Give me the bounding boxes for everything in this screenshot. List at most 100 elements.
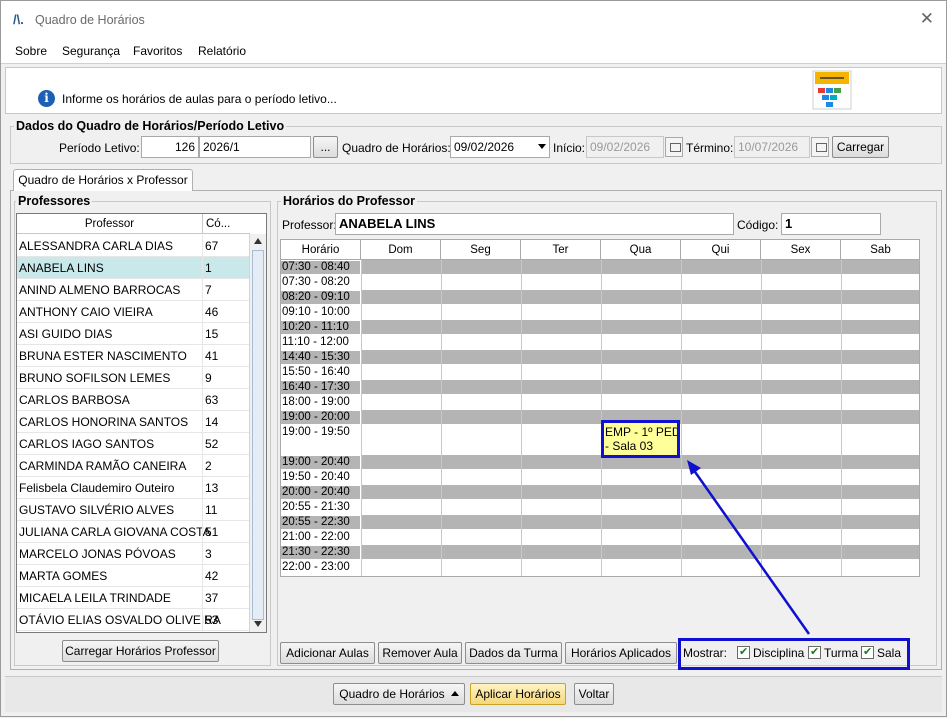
professor-code: 42 — [205, 569, 219, 583]
col-professor[interactable]: Professor — [17, 214, 203, 234]
adicionar-aulas-button[interactable]: Adicionar Aulas — [280, 642, 375, 664]
scroll-up-icon[interactable] — [254, 238, 262, 244]
close-icon[interactable]: ✕ — [920, 9, 934, 29]
professor-row[interactable]: ANTHONY CAIO VIEIRA 46 — [17, 301, 250, 323]
professor-row[interactable]: ASI GUIDO DIAS 15 — [17, 323, 250, 345]
codigo-label: Código: — [737, 218, 779, 232]
professor-field[interactable]: ANABELA LINS — [335, 213, 734, 235]
periodo-code-field[interactable]: 126 — [141, 136, 199, 158]
professor-name: BRUNO SOFILSON LEMES — [19, 371, 171, 385]
cell-divider — [202, 565, 203, 587]
time-slot-label: 21:00 - 22:00 — [282, 531, 350, 543]
periodo-value-field[interactable]: 2026/1 — [199, 136, 311, 158]
inicio-label: Início: — [553, 141, 586, 155]
professor-row[interactable]: ANABELA LINS 1 — [17, 257, 250, 279]
grid-header-0[interactable]: Horário — [281, 240, 361, 260]
time-slot-label: 19:00 - 20:00 — [281, 411, 360, 424]
professor-row[interactable]: MARTA GOMES 42 — [17, 565, 250, 587]
professor-row[interactable]: CARLOS BARBOSA 63 — [17, 389, 250, 411]
professor-name: CARLOS BARBOSA — [19, 393, 130, 407]
slot-cells — [361, 545, 919, 559]
menu-seguranca[interactable]: Segurança — [62, 44, 120, 58]
disciplina-label: Disciplina — [753, 646, 805, 660]
turma-label: Turma — [824, 646, 859, 660]
professor-code: 52 — [205, 437, 219, 451]
professor-row[interactable]: OTÁVIO ELIAS OSVALDO OLIVEIRA 53 — [17, 609, 250, 631]
time-slot-label: 21:30 - 22:30 — [281, 546, 360, 559]
termino-field[interactable]: 10/07/2026 — [734, 136, 810, 158]
col-codigo[interactable]: Có... — [203, 214, 250, 234]
horarios-aplicados-button[interactable]: Horários Aplicados — [565, 642, 677, 664]
grid-header-7[interactable]: Sab — [841, 240, 919, 260]
professor-row[interactable]: MARCELO JONAS PÓVOAS 3 — [17, 543, 250, 565]
periodo-search-button[interactable]: ... — [313, 136, 338, 158]
inicio-field[interactable]: 09/02/2026 — [586, 136, 664, 158]
professor-name: GUSTAVO SILVÉRIO ALVES — [19, 503, 175, 517]
menu-sobre[interactable]: Sobre — [15, 44, 47, 58]
professor-name: ANIND ALMENO BARROCAS — [19, 283, 181, 297]
professores-scrollbar[interactable] — [249, 234, 266, 632]
schedule-event[interactable]: EMP - 1º PED - Sala 03 — [601, 420, 680, 458]
tab-quadro-professor[interactable]: Quadro de Horários x Professor — [13, 169, 193, 191]
sala-checkbox[interactable] — [861, 645, 874, 659]
professor-row[interactable]: CARLOS IAGO SANTOS 52 — [17, 433, 250, 455]
remover-aula-button[interactable]: Remover Aula — [378, 642, 462, 664]
professor-code: 13 — [205, 481, 219, 495]
professor-row[interactable]: JULIANA CARLA GIOVANA COSTA 51 — [17, 521, 250, 543]
dados-turma-button[interactable]: Dados da Turma — [465, 642, 562, 664]
menu-favoritos[interactable]: Favoritos — [133, 44, 182, 58]
professor-code: 46 — [205, 305, 219, 319]
professor-name: CARLOS HONORINA SANTOS — [19, 415, 189, 429]
app-logo-icon: /\. — [13, 12, 24, 27]
professor-row[interactable]: ALESSANDRA CARLA DIAS 67 — [17, 235, 250, 257]
grid-header-1[interactable]: Dom — [361, 240, 441, 260]
aplicar-horarios-button[interactable]: Aplicar Horários — [470, 683, 566, 705]
grid-header-4[interactable]: Qua — [601, 240, 681, 260]
professor-row[interactable]: CARMINDA RAMÃO CANEIRA 2 — [17, 455, 250, 477]
professor-row[interactable]: CARLOS HONORINA SANTOS 14 — [17, 411, 250, 433]
grid-header-3[interactable]: Ter — [521, 240, 601, 260]
schedule-grid[interactable]: Horário Dom Seg Ter Qua Qui Sex Sab 07:30 - 08:4… — [280, 239, 920, 577]
time-slot-label: 08:20 - 09:10 — [281, 291, 360, 304]
professor-row[interactable]: MICAELA LEILA TRINDADE 37 — [17, 587, 250, 609]
turma-checkbox[interactable] — [808, 645, 821, 659]
professor-name: MARTA GOMES — [19, 569, 108, 583]
cell-divider — [202, 389, 203, 411]
caret-up-icon — [450, 691, 459, 696]
cell-divider — [202, 455, 203, 477]
grid-column-line — [841, 260, 842, 576]
cell-divider — [202, 543, 203, 565]
cell-divider — [202, 301, 203, 323]
grid-header-6[interactable]: Sex — [761, 240, 841, 260]
professor-row[interactable]: Felisbela Claudemiro Outeiro 13 — [17, 477, 250, 499]
grid-header-2[interactable]: Seg — [441, 240, 521, 260]
voltar-button[interactable]: Voltar — [574, 683, 614, 705]
time-slot-label: 09:10 - 10:00 — [282, 306, 350, 318]
grid-column-line — [601, 260, 602, 576]
termino-label: Término: — [686, 141, 734, 155]
scroll-down-icon[interactable] — [254, 621, 262, 627]
quadro-select[interactable]: 09/02/2026 — [450, 136, 550, 158]
inicio-calendar-icon[interactable] — [665, 137, 683, 157]
professor-code: 1 — [205, 261, 212, 275]
quadro-horarios-label: Quadro de Horários — [339, 687, 445, 701]
quadro-horarios-menu-button[interactable]: Quadro de Horários — [333, 683, 465, 705]
time-slot-label: 15:50 - 16:40 — [282, 366, 350, 378]
professor-row[interactable]: BRUNO SOFILSON LEMES 9 — [17, 367, 250, 389]
cell-divider — [202, 235, 203, 257]
professor-name: ANTHONY CAIO VIEIRA — [19, 305, 153, 319]
disciplina-checkbox[interactable] — [737, 645, 750, 659]
professor-row[interactable]: ANIND ALMENO BARROCAS 7 — [17, 279, 250, 301]
codigo-field[interactable]: 1 — [781, 213, 881, 235]
professor-name: JULIANA CARLA GIOVANA COSTA — [19, 525, 211, 539]
professor-row[interactable]: BRUNA ESTER NASCIMENTO 41 — [17, 345, 250, 367]
time-slot-label: 20:00 - 20:40 — [281, 486, 360, 499]
scroll-thumb[interactable] — [252, 250, 264, 620]
menu-relatorio[interactable]: Relatório — [198, 44, 246, 58]
professor-row[interactable]: GUSTAVO SILVÉRIO ALVES 11 — [17, 499, 250, 521]
carregar-horarios-professor-button[interactable]: Carregar Horários Professor — [62, 640, 219, 662]
grid-header-5[interactable]: Qui — [681, 240, 761, 260]
carregar-button[interactable]: Carregar — [832, 136, 889, 158]
termino-calendar-icon[interactable] — [811, 137, 829, 157]
professores-legend: Professores — [16, 194, 93, 208]
